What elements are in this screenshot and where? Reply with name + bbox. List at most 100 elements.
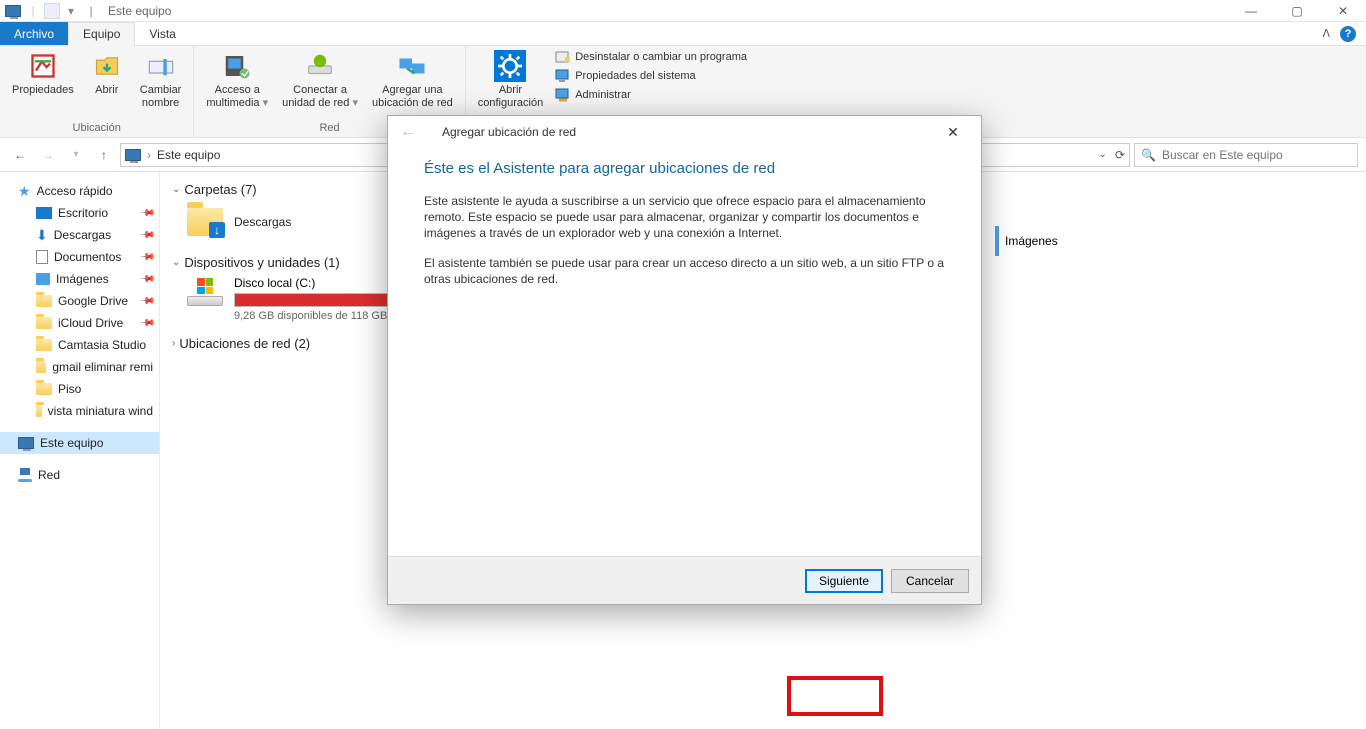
system-props-icon <box>555 68 571 84</box>
nav-gdrive[interactable]: Google Drive📌 <box>0 290 159 312</box>
media-access-button[interactable]: Acceso a multimedia ▾ <box>200 48 274 112</box>
chevron-down-icon: ⌄ <box>172 184 180 195</box>
open-icon <box>91 50 123 82</box>
dialog-heading: Éste es el Asistente para agregar ubicac… <box>424 160 945 177</box>
manage-icon <box>555 87 571 103</box>
folder-icon <box>36 405 42 417</box>
nav-icloud[interactable]: iCloud Drive📌 <box>0 312 159 334</box>
tab-computer[interactable]: Equipo <box>68 22 135 46</box>
pin-icon: 📌 <box>138 227 155 244</box>
ribbon-group-location-label: Ubicación <box>6 120 187 137</box>
rename-icon <box>145 50 177 82</box>
help-icon[interactable]: ? <box>1340 26 1356 42</box>
search-icon: 🔍 <box>1141 148 1156 162</box>
connect-drive-button[interactable]: Conectar a unidad de red ▾ <box>276 48 364 112</box>
pin-icon: 📌 <box>138 249 155 266</box>
properties-button[interactable]: Propiedades <box>6 48 80 99</box>
nav-forward-button[interactable]: → <box>36 143 60 167</box>
nav-this-pc[interactable]: Este equipo <box>0 432 159 454</box>
system-props-button[interactable]: Propiedades del sistema <box>551 67 751 85</box>
folder-icon: ↓ <box>187 208 223 236</box>
desktop-icon <box>36 207 52 219</box>
nav-recent-dropdown[interactable]: ▾ <box>64 143 88 167</box>
nav-downloads[interactable]: ⬇Descargas📌 <box>0 224 159 246</box>
pin-icon: 📌 <box>138 271 155 288</box>
nav-images[interactable]: Imágenes📌 <box>0 268 159 290</box>
uninstall-button[interactable]: Desinstalar o cambiar un programa <box>551 48 751 66</box>
open-config-button[interactable]: Abrir configuración <box>472 48 549 112</box>
pin-icon: 📌 <box>138 293 155 310</box>
open-button[interactable]: Abrir <box>82 48 132 99</box>
drive-icon <box>186 276 224 306</box>
add-location-icon <box>396 50 428 82</box>
dialog-title: Agregar ubicación de red <box>442 125 576 139</box>
dialog-text-2: El asistente también se puede usar para … <box>424 255 945 287</box>
ribbon-collapse-icon[interactable]: ᐱ <box>1322 27 1330 40</box>
images-icon <box>995 226 999 256</box>
window-title: Este equipo <box>108 4 171 18</box>
search-box[interactable]: 🔍 <box>1134 143 1358 167</box>
nav-gmail[interactable]: gmail eliminar remi <box>0 356 159 378</box>
nav-piso[interactable]: Piso <box>0 378 159 400</box>
download-icon: ⬇ <box>36 227 48 244</box>
ribbon-tabs: Archivo Equipo Vista ᐱ ? <box>0 22 1366 46</box>
chevron-right-icon: › <box>172 338 175 349</box>
rename-button[interactable]: Cambiar nombre <box>134 48 188 112</box>
monitor-icon <box>18 437 34 449</box>
window-titlebar: | ▾ | Este equipo — ▢ ✕ <box>0 0 1366 22</box>
nav-back-button[interactable]: ← <box>8 143 32 167</box>
add-network-location-dialog: ← Agregar ubicación de red ✕ Éste es el … <box>387 115 982 605</box>
pin-icon: 📌 <box>138 205 155 222</box>
folder-icon <box>36 361 46 373</box>
address-dropdown-icon[interactable]: ⌄ <box>1099 149 1107 160</box>
folder-icon <box>36 317 52 329</box>
star-icon: ★ <box>18 183 31 200</box>
breadcrumb-sep: › <box>147 148 151 162</box>
search-input[interactable] <box>1162 148 1351 162</box>
refresh-icon[interactable]: ⟳ <box>1115 148 1125 162</box>
nav-quick-access[interactable]: ★Acceso rápido <box>0 180 159 202</box>
chevron-down-icon: ⌄ <box>172 257 180 268</box>
chevron-down-icon: ▾ <box>352 97 358 109</box>
qat-separator2: | <box>82 2 100 20</box>
uninstall-icon <box>555 49 571 65</box>
folder-images[interactable]: Imágenes <box>995 226 1058 256</box>
nav-vista[interactable]: vista miniatura wind <box>0 400 159 422</box>
images-icon <box>36 273 50 285</box>
gear-icon <box>494 50 526 82</box>
app-icon <box>4 2 22 20</box>
connect-drive-icon <box>304 50 336 82</box>
dialog-text-1: Este asistente le ayuda a suscribirse a … <box>424 193 945 241</box>
breadcrumb[interactable]: Este equipo <box>157 148 220 162</box>
address-icon <box>125 149 141 161</box>
qat-properties-icon[interactable] <box>44 3 60 19</box>
dialog-close-button[interactable]: ✕ <box>933 118 973 146</box>
nav-desktop[interactable]: Escritorio📌 <box>0 202 159 224</box>
nav-up-button[interactable]: ↑ <box>92 143 116 167</box>
document-icon <box>36 250 48 264</box>
download-overlay-icon: ↓ <box>209 222 225 238</box>
folder-icon <box>36 339 52 351</box>
qat-separator: | <box>24 2 42 20</box>
manage-button[interactable]: Administrar <box>551 86 751 104</box>
add-location-button[interactable]: Agregar una ubicación de red <box>366 48 459 112</box>
properties-icon <box>27 50 59 82</box>
navigation-pane: ★Acceso rápido Escritorio📌 ⬇Descargas📌 D… <box>0 172 160 729</box>
dialog-back-button[interactable]: ← <box>400 123 416 141</box>
cancel-button[interactable]: Cancelar <box>891 569 969 593</box>
pin-icon: 📌 <box>138 315 155 332</box>
nav-documents[interactable]: Documentos📌 <box>0 246 159 268</box>
nav-camtasia[interactable]: Camtasia Studio <box>0 334 159 356</box>
next-button[interactable]: Siguiente <box>805 569 883 593</box>
close-button[interactable]: ✕ <box>1320 0 1366 22</box>
tab-file[interactable]: Archivo <box>0 22 68 45</box>
chevron-down-icon: ▾ <box>263 97 269 109</box>
network-icon <box>18 468 32 482</box>
folder-icon <box>36 383 52 395</box>
maximize-button[interactable]: ▢ <box>1274 0 1320 22</box>
minimize-button[interactable]: — <box>1228 0 1274 22</box>
nav-network[interactable]: Red <box>0 464 159 486</box>
media-access-icon <box>221 50 253 82</box>
tab-view[interactable]: Vista <box>135 22 189 45</box>
qat-dropdown-icon[interactable]: ▾ <box>62 2 80 20</box>
